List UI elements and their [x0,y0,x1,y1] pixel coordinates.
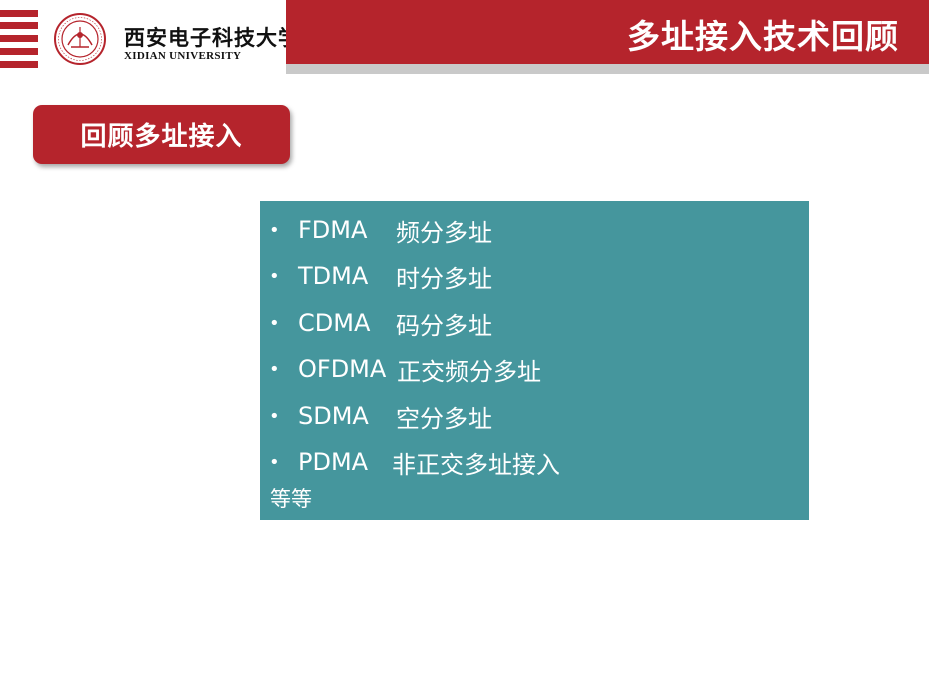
content-box: • FDMA 频分多址 • TDMA 时分多址 • CDMA 码分多址 • OF… [260,201,809,520]
bullet-icon: • [269,451,280,473]
brand-stripes [0,0,40,74]
item-abbr: SDMA [298,402,369,430]
bullet-icon: • [269,219,280,241]
item-abbr: CDMA [298,309,371,337]
section-label: 回顾多址接入 [80,122,243,152]
item-desc: 码分多址 [396,311,492,340]
item-desc: 频分多址 [396,218,492,247]
bullet-icon: • [269,405,280,427]
trailing-text: 等等 [270,487,312,511]
item-desc: 空分多址 [396,404,492,433]
university-seal-icon [54,13,106,65]
item-desc: 非正交多址接入 [392,450,560,479]
item-abbr: FDMA [298,216,368,244]
bullet-icon: • [269,312,280,334]
item-desc: 时分多址 [396,264,492,293]
title-bar: 多址接入技术回顾 [286,0,929,64]
item-abbr: TDMA [298,262,369,290]
university-logo: 西安电子科技大学 XIDIAN UNIVERSITY [44,0,299,74]
bullet-icon: • [269,358,280,380]
title-bar-shadow [286,64,929,74]
item-abbr: OFDMA [298,355,387,383]
item-abbr: PDMA [298,448,369,476]
section-tab: 回顾多址接入 [33,105,290,164]
item-desc: 正交频分多址 [397,357,541,386]
bullet-icon: • [269,265,280,287]
university-name-en: XIDIAN UNIVERSITY [124,50,242,62]
university-name-cn: 西安电子科技大学 [124,25,300,50]
slide-title: 多址接入技术回顾 [627,17,899,56]
